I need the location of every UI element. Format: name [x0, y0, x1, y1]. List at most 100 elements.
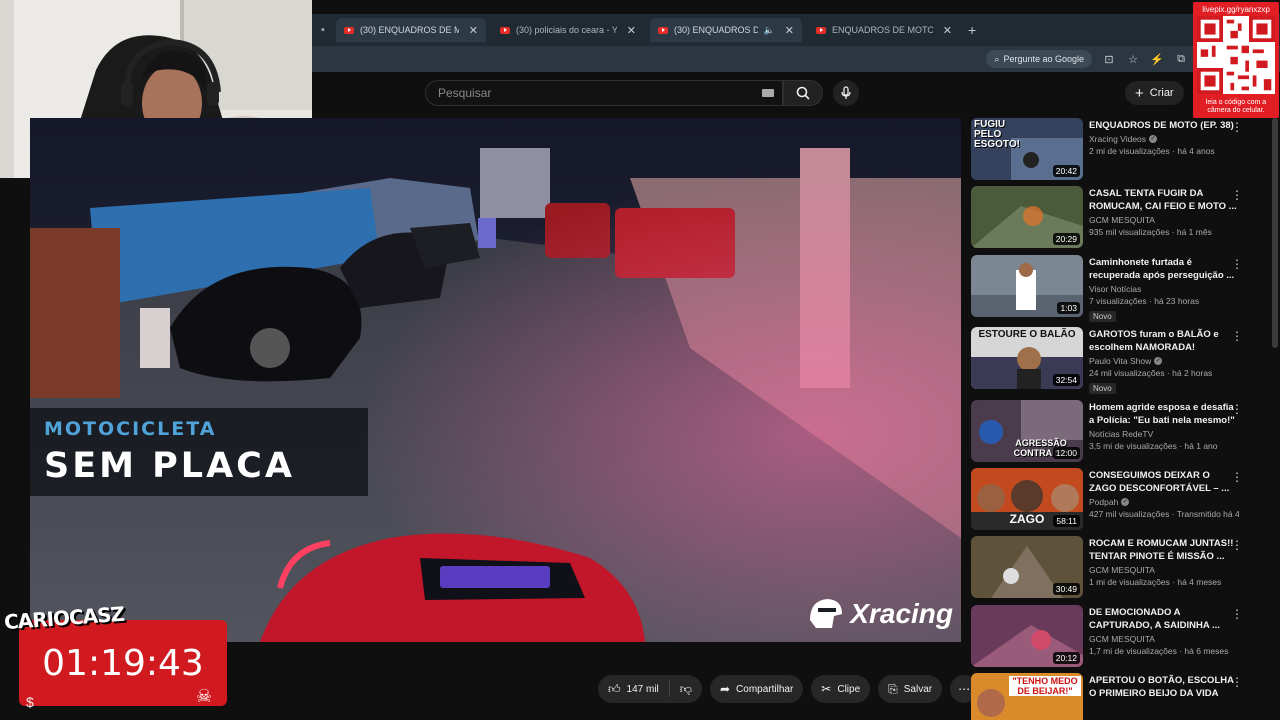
like-button[interactable]: 👍︎ 147 mil [598, 675, 669, 703]
channel-name[interactable]: GCM MESQUITA [1089, 215, 1155, 225]
close-tab-icon[interactable]: ✕ [943, 24, 952, 37]
more-vertical-icon[interactable]: ⋮ [1231, 470, 1243, 484]
video-info: APERTOU O BOTÃO, ESCOLHA O PRIMEIRO BEIJ… [1089, 674, 1239, 700]
channel-name[interactable]: Notícias RedeTV [1089, 429, 1153, 439]
channel-name[interactable]: Xracing Videos [1089, 134, 1146, 144]
video-title[interactable]: CASAL TENTA FUGIR DA ROMUCAM, CAI FEIO E… [1089, 187, 1239, 213]
speaker-icon[interactable]: 🔈 [764, 25, 775, 36]
close-tab-icon[interactable]: ✕ [469, 24, 478, 37]
qr-donation-overlay: livepix.gg/ryanxzxp leia o código com a … [1193, 2, 1279, 118]
bookmark-star-icon[interactable]: ☆ [1126, 53, 1140, 66]
video-title[interactable]: DE EMOCIONADO A CAPTURADO, A SAIDINHA ..… [1089, 606, 1239, 632]
new-tab-icon[interactable]: + [968, 22, 976, 38]
recommendation-item[interactable]: FUGIU PELO ESGOTO! 20:42 ENQUADROS DE MO… [971, 118, 1271, 182]
more-vertical-icon[interactable]: ⋮ [1231, 675, 1243, 689]
channel-row: Paulo Vita Show ✓ [1089, 356, 1239, 366]
video-meta: 2 mi de visualizações · há 4 anos [1089, 146, 1215, 156]
duration-badge: 1:03 [1057, 302, 1080, 314]
new-badge: Novo [1089, 383, 1116, 394]
close-tab-icon[interactable]: ✕ [785, 24, 794, 37]
recommendation-item[interactable]: 30:49 ROCAM E ROMUCAM JUNTAS!! TENTAR PI… [971, 536, 1271, 600]
close-tab-icon[interactable]: ✕ [627, 24, 636, 37]
search-placeholder: Pesquisar [438, 86, 492, 100]
video-title[interactable]: GAROTOS furam o BALÃO e escolhem NAMORAD… [1089, 328, 1239, 354]
search-input[interactable]: Pesquisar [425, 80, 783, 106]
video-thumbnail[interactable]: 30:49 [971, 536, 1083, 598]
video-player[interactable]: MOTOCICLETA SEM PLACA Xracing [30, 118, 961, 642]
more-vertical-icon[interactable]: ⋮ [1231, 538, 1243, 552]
tab-2[interactable]: (30) policiais do ceara - YouTube ✕ [492, 18, 644, 42]
recommendation-item[interactable]: "TENHO MEDO DE BEIJAR!" APERTOU O BOTÃO,… [971, 673, 1271, 720]
duration-badge: 30:49 [1052, 583, 1080, 595]
tab-1[interactable]: (30) ENQUADROS DE MOTO (EP. ✕ [336, 18, 486, 42]
video-title[interactable]: ROCAM E ROMUCAM JUNTAS!! TENTAR PINOTE É… [1089, 537, 1239, 563]
create-button[interactable]: + Criar [1125, 81, 1184, 105]
video-info: GAROTOS furam o BALÃO e escolhem NAMORAD… [1089, 328, 1239, 396]
video-thumbnail[interactable]: ESTOURE O BALÃO 32:54 [971, 327, 1083, 389]
browser-toolbar: ⌕ Pergunte ao Google ⊡ ☆ ⚡ ⧉ [312, 46, 1280, 72]
dollar-icon: $ [26, 694, 34, 710]
channel-name[interactable]: Paulo Vita Show [1089, 356, 1151, 366]
recommendation-item[interactable]: ZAGO 58:11 CONSEGUIMOS DEIXAR O ZAGO DES… [971, 468, 1271, 532]
extension-icon[interactable]: ⚡ [1150, 53, 1164, 66]
video-thumbnail[interactable]: "TENHO MEDO DE BEIJAR!" [971, 673, 1083, 720]
channel-row: Xracing Videos ✓ [1089, 134, 1239, 144]
youtube-header: Pesquisar + Criar [312, 72, 1280, 118]
tab-3[interactable]: (30) ENQUADROS DE MOTO 🔈 ✕ [650, 18, 802, 42]
video-thumbnail[interactable]: AGRESSÃO CONTRA MU 12:00 [971, 400, 1083, 462]
voice-search-button[interactable] [833, 80, 859, 106]
qr-caption: leia o código com a câmera do celular. [1205, 99, 1267, 114]
tab-4[interactable]: ENQUADROS DE MOTO (EP. 52 ✕ [808, 18, 960, 42]
recommendation-item[interactable]: 20:29 CASAL TENTA FUGIR DA ROMUCAM, CAI … [971, 186, 1271, 250]
more-horizontal-icon: ⋯ [958, 682, 971, 696]
video-title[interactable]: APERTOU O BOTÃO, ESCOLHA O PRIMEIRO BEIJ… [1089, 674, 1239, 700]
channel-name[interactable]: GCM MESQUITA [1089, 565, 1155, 575]
more-vertical-icon[interactable]: ⋮ [1231, 402, 1243, 416]
more-vertical-icon[interactable]: ⋮ [1231, 607, 1243, 621]
video-title[interactable]: ENQUADROS DE MOTO (EP. 38) [1089, 119, 1239, 132]
video-info: ENQUADROS DE MOTO (EP. 38) Xracing Video… [1089, 119, 1239, 156]
recommendation-item[interactable]: ESTOURE O BALÃO 32:54 GAROTOS furam o BA… [971, 327, 1271, 394]
more-vertical-icon[interactable]: ⋮ [1231, 329, 1243, 343]
channel-name[interactable]: Visor Notícias [1089, 284, 1141, 294]
duration-badge: 20:12 [1052, 652, 1080, 664]
video-thumbnail[interactable]: FUGIU PELO ESGOTO! 20:42 [971, 118, 1083, 180]
sidebar-scrollbar[interactable] [1272, 118, 1278, 348]
ask-google-button[interactable]: ⌕ Pergunte ao Google [986, 50, 1092, 68]
recommendation-item[interactable]: 20:12 DE EMOCIONADO A CAPTURADO, A SAIDI… [971, 605, 1271, 669]
video-meta: 1 mi de visualizações · há 4 meses [1089, 577, 1222, 587]
video-thumbnail[interactable]: ZAGO 58:11 [971, 468, 1083, 530]
save-label: Salvar [903, 683, 933, 695]
keyboard-icon[interactable] [762, 89, 774, 97]
verified-check-icon: ✓ [1121, 498, 1130, 506]
channel-name[interactable]: Podpah [1089, 497, 1118, 507]
puzzle-icon[interactable]: ⧉ [1174, 53, 1188, 66]
video-title[interactable]: Homem agride esposa e desafia a Polícia:… [1089, 401, 1239, 427]
recommendation-item[interactable]: AGRESSÃO CONTRA MU 12:00 Homem agride es… [971, 400, 1271, 464]
install-icon[interactable]: ⊡ [1102, 53, 1116, 66]
youtube-favicon-icon [816, 26, 826, 34]
share-button[interactable]: ➦ Compartilhar [709, 675, 804, 703]
browser-tab-strip: ▪ (30) ENQUADROS DE MOTO (EP. ✕ (30) pol… [312, 14, 1280, 46]
duration-badge: 32:54 [1052, 374, 1080, 386]
more-vertical-icon[interactable]: ⋮ [1231, 120, 1243, 134]
recommendation-item[interactable]: 1:03 Caminhonete furtada é recuperada ap… [971, 255, 1271, 322]
more-vertical-icon[interactable]: ⋮ [1231, 188, 1243, 202]
video-thumbnail[interactable]: 1:03 [971, 255, 1083, 317]
caption-line-1: MOTOCICLETA [44, 418, 217, 440]
search-button[interactable] [783, 80, 823, 106]
video-title[interactable]: CONSEGUIMOS DEIXAR O ZAGO DESCONFORTÁVEL… [1089, 469, 1239, 495]
more-vertical-icon[interactable]: ⋮ [1231, 257, 1243, 271]
recommendations-sidebar: FUGIU PELO ESGOTO! 20:42 ENQUADROS DE MO… [971, 118, 1271, 720]
caption-line-2: SEM PLACA [44, 446, 295, 486]
video-actions: 👍︎ 147 mil 👎︎ ➦ Compartilhar ✂ Clipe ⎘ S… [598, 675, 979, 703]
save-button[interactable]: ⎘ Salvar [878, 675, 943, 703]
channel-name[interactable]: GCM MESQUITA [1089, 634, 1155, 644]
video-thumbnail[interactable]: 20:29 [971, 186, 1083, 248]
dislike-button[interactable]: 👎︎ [670, 675, 702, 703]
clip-button[interactable]: ✂ Clipe [811, 675, 871, 703]
thumbnail-text: "TENHO MEDO DE BEIJAR!" [1009, 676, 1081, 696]
video-thumbnail[interactable]: 20:12 [971, 605, 1083, 667]
video-title[interactable]: Caminhonete furtada é recuperada após pe… [1089, 256, 1239, 282]
tab-list-icon[interactable]: ▪ [316, 24, 330, 36]
